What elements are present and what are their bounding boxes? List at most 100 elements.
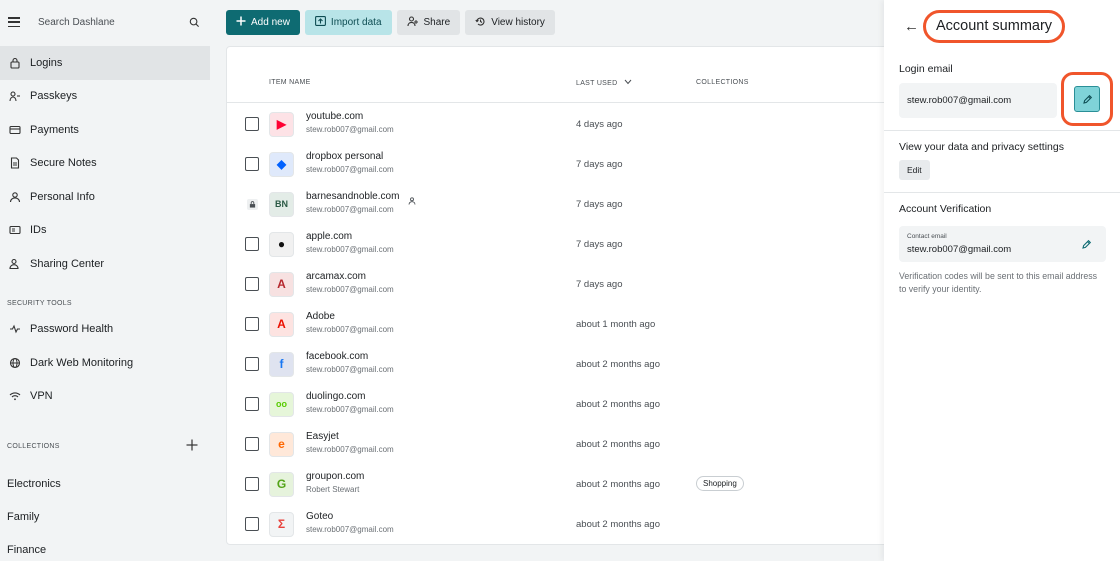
search-icon[interactable] [189,17,200,28]
table-row[interactable]: ▶ youtube.com stew.rob007@gmail.com 4 days … [227,104,915,144]
item-name: duolingo.com [306,391,366,402]
account-verification-label: Account Verification [899,203,992,215]
note-icon [8,157,21,170]
shared-icon [408,192,416,210]
table-row[interactable]: ● apple.com stew.rob007@gmail.com 7 days ag… [227,224,915,264]
id-icon [8,224,21,237]
collection-item-family[interactable]: Family [0,500,210,533]
table-row[interactable]: e Easyjet stew.rob007@gmail.com about 2 mon… [227,424,915,464]
item-last-used: about 2 months ago [576,519,660,530]
account-summary-panel: ← Account summary Login email stew.rob00… [884,0,1120,561]
back-arrow-icon[interactable]: ← [904,19,919,34]
contact-email-value: stew.rob007@gmail.com [907,244,1012,255]
sidebar-item-label: Payments [30,123,79,136]
sidebar-item-sharing-center[interactable]: Sharing Center [0,247,210,281]
menu-icon[interactable] [8,17,20,27]
share-icon [406,15,419,30]
share-label: Share [423,17,451,28]
table-row[interactable]: Aarcamax.com stew.rob007@gmail.com 7 days … [227,264,915,304]
column-header-collections: COLLECTIONS [696,79,749,86]
logins-list: ITEM NAME LAST USED COLLECTIONS ▶ youtube… [226,46,916,545]
item-login: stew.rob007@gmail.com [306,365,394,374]
sidebar-item-label: Secure Notes [30,157,97,170]
lock-icon [247,198,258,210]
dropbox-logo-icon: ◆ [269,151,294,177]
lock-icon [8,56,21,69]
privacy-settings-label: View your data and privacy settings [899,141,1064,153]
sidebar-item-ids[interactable]: IDs [0,214,210,248]
privacy-edit-button[interactable]: Edit [899,160,930,180]
wifi-icon [8,390,21,403]
sidebar-item-secure-notes[interactable]: Secure Notes [0,147,210,181]
item-login: stew.rob007@gmail.com [306,165,394,174]
table-row[interactable]: f facebook.com stew.rob007@gmail.com about … [227,344,915,384]
sidebar-item-vpn[interactable]: VPN [0,380,210,414]
divider [884,192,1120,193]
pencil-icon[interactable] [1081,237,1092,255]
sidebar-item-label: Passkeys [30,90,78,103]
row-checkbox[interactable] [245,357,259,371]
column-header-item-name[interactable]: ITEM NAME [269,79,311,86]
sidebar-item-label: Logins [30,56,63,69]
sidebar-item-dark-web-monitoring[interactable]: Dark Web Monitoring [0,346,210,380]
add-new-button[interactable]: Add new [226,10,300,35]
barnesandnoble-logo-icon: BN [269,191,294,217]
sidebar-item-label: Password Health [30,323,114,336]
collection-item-electronics[interactable]: Electronics [0,467,210,500]
sidebar-item-password-health[interactable]: Password Health [0,313,210,347]
row-checkbox[interactable] [245,437,259,451]
row-checkbox[interactable] [245,397,259,411]
table-row[interactable]: Ggroupon.com Robert Stewart about 2 months… [227,464,915,504]
collection-tag[interactable]: Shopping [696,476,744,491]
view-history-button[interactable]: View history [465,10,555,35]
security-tools-heading: SECURITY TOOLS [7,299,72,307]
import-data-label: Import data [330,17,382,28]
row-checkbox[interactable] [245,157,259,171]
person-icon [8,190,21,203]
row-checkbox[interactable] [245,317,259,331]
sidebar: Search Dashlane Logins Passkeys Payments… [0,0,210,561]
item-name: youtube.com [306,111,364,122]
item-name: Goteo [306,511,334,522]
table-row[interactable]: Σ Goteo stew.rob007@gmail.com about 2 month… [227,504,915,544]
table-row[interactable]: A Adobe stew.rob007@gmail.com about 1 month… [227,304,915,344]
row-checkbox[interactable] [245,237,259,251]
edit-login-email-button[interactable] [1074,86,1100,112]
table-row[interactable]: oo duolingo.com stew.rob007@gmail.com about… [227,384,915,424]
list-header: ITEM NAME LAST USED COLLECTIONS [227,47,915,103]
row-checkbox[interactable] [245,477,259,491]
sidebar-item-payments[interactable]: Payments [0,113,210,147]
item-last-used: about 2 months ago [576,399,660,410]
groupon-logo-icon: G [269,471,294,497]
search-input[interactable]: Search Dashlane [38,17,189,28]
pulse-icon [8,323,21,336]
row-checkbox[interactable] [245,277,259,291]
share-button[interactable]: Share [396,10,461,35]
row-checkbox[interactable] [245,117,259,131]
sidebar-item-passkeys[interactable]: Passkeys [0,80,210,114]
verification-note: Verification codes will be sent to this … [899,271,1098,294]
sidebar-item-logins[interactable]: Logins [0,46,210,80]
collection-item-finance[interactable]: Finance [0,533,210,561]
plus-icon[interactable] [186,439,198,453]
item-name: dropbox personal [306,151,384,162]
contact-email-label: Contact email [907,233,947,240]
view-history-label: View history [491,17,545,28]
login-email-label: Login email [899,63,953,75]
item-login: Robert Stewart [306,485,360,494]
import-data-button[interactable]: Import data [304,10,392,35]
row-checkbox[interactable] [245,517,259,531]
adobe-logo-icon: A [269,311,294,337]
table-row[interactable]: ◆ dropbox personal stew.rob007@gmail.com 7 … [227,144,915,184]
collections-label: COLLECTIONS [7,442,60,450]
sidebar-item-personal-info[interactable]: Personal Info [0,180,210,214]
item-last-used: about 2 months ago [576,439,660,450]
apple-logo-icon: ● [269,231,294,257]
table-row[interactable]: BN barnesandnoble.com stew.rob007@gmail.co… [227,184,915,224]
add-new-label: Add new [251,17,290,28]
login-email-value: stew.rob007@gmail.com [899,83,1057,118]
item-login: stew.rob007@gmail.com [306,445,394,454]
column-header-last-used[interactable]: LAST USED [576,79,632,87]
search-bar[interactable]: Search Dashlane [0,0,210,44]
sidebar-item-label: VPN [30,390,53,403]
